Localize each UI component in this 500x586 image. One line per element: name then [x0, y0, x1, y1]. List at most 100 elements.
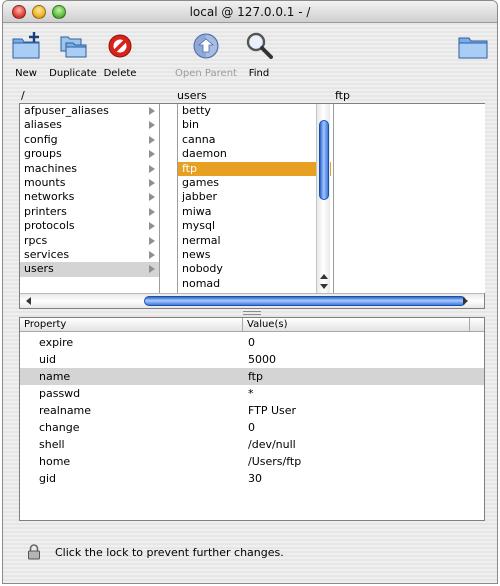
root-column-item-label: machines: [24, 161, 78, 175]
open-parent-icon: [193, 33, 219, 59]
property-row[interactable]: home/Users/ftp: [20, 453, 484, 470]
users-column-scrollbar[interactable]: [316, 104, 330, 293]
root-column-item-label: protocols: [24, 219, 75, 233]
users-column-item[interactable]: games: [178, 176, 331, 190]
users-column-item[interactable]: ftp: [178, 161, 331, 176]
lock-icon[interactable]: [27, 544, 41, 560]
delete-icon: [108, 34, 132, 58]
users-column-item-label: ftp: [182, 161, 197, 175]
property-row[interactable]: shell/dev/null: [20, 436, 484, 453]
root-column-item[interactable]: users: [20, 262, 159, 277]
column-users: betty bin canna daemon ftp games jabber miwa mys…: [177, 104, 331, 293]
users-column-item-label: news: [182, 247, 211, 261]
property-row[interactable]: change 0: [20, 419, 484, 436]
users-column-item[interactable]: daemon: [178, 147, 331, 161]
users-column-item[interactable]: nobody: [178, 262, 331, 276]
scroll-right-arrow-icon[interactable]: [463, 297, 468, 305]
users-column-item[interactable]: mysql: [178, 219, 331, 233]
root-column-item[interactable]: groups: [20, 147, 159, 161]
users-column-item[interactable]: miwa: [178, 205, 331, 219]
find-button[interactable]: Find: [243, 30, 275, 79]
users-column-item[interactable]: nermal: [178, 234, 331, 248]
property-key: realname: [39, 404, 92, 417]
property-row[interactable]: name ftp: [20, 368, 484, 385]
root-column-item-label: mounts: [24, 175, 66, 189]
column-browser: afpuser_aliases aliases config groups machin…: [19, 103, 485, 309]
duplicate-icon: [60, 36, 87, 58]
users-column-item-label: nomad: [182, 276, 221, 290]
property-row[interactable]: expire 0: [20, 334, 484, 351]
root-column-item[interactable]: networks: [20, 190, 159, 204]
users-column-item[interactable]: news: [178, 248, 331, 262]
toolbar: New Duplicate Delete Open Parent Find: [3, 24, 497, 84]
properties-table: Property Value(s) expire 0 uid 5000 name ftp p…: [19, 317, 485, 521]
users-column-item-label: miwa: [182, 204, 212, 218]
delete-button[interactable]: Delete: [103, 30, 137, 79]
disclosure-arrow-icon: [149, 222, 155, 231]
root-column-item[interactable]: protocols: [20, 219, 159, 233]
property-value[interactable]: 30: [248, 470, 262, 487]
users-column-item[interactable]: jabber: [178, 190, 331, 204]
property-value[interactable]: ftp: [248, 368, 263, 385]
root-column-item[interactable]: config: [20, 133, 159, 147]
column-ftp: [333, 104, 485, 293]
root-column-item[interactable]: printers: [20, 205, 159, 219]
disclosure-arrow-icon: [149, 250, 155, 259]
folder-button[interactable]: [457, 30, 489, 62]
value-column-header[interactable]: Value(s): [247, 318, 287, 332]
property-value[interactable]: 0: [248, 419, 255, 436]
disclosure-arrow-icon: [149, 107, 155, 115]
browser-horizontal-scrollbar[interactable]: [20, 293, 484, 308]
root-column-item[interactable]: machines: [20, 162, 159, 176]
users-column-item[interactable]: bin: [178, 118, 331, 132]
property-key: expire: [39, 336, 74, 349]
users-column-item[interactable]: betty: [178, 104, 331, 118]
property-column-header[interactable]: Property: [24, 318, 66, 332]
users-column-item[interactable]: canna: [178, 133, 331, 147]
property-value[interactable]: 5000: [248, 351, 276, 368]
root-column-item[interactable]: mounts: [20, 176, 159, 190]
column-header-ftp: ftp: [335, 89, 350, 102]
new-label: New: [15, 68, 37, 79]
root-column-item[interactable]: afpuser_aliases: [20, 104, 159, 118]
root-column-item[interactable]: services: [20, 248, 159, 262]
root-column-item-label: aliases: [24, 118, 62, 132]
properties-header: Property Value(s): [20, 318, 484, 332]
new-button[interactable]: New: [9, 30, 43, 79]
column-header-users: users: [177, 89, 207, 102]
root-column-item[interactable]: rpcs: [20, 234, 159, 248]
scroll-left-arrow-icon[interactable]: [26, 297, 31, 305]
property-row[interactable]: gid 30: [20, 470, 484, 487]
title-bar[interactable]: local @ 127.0.0.1 - /: [3, 1, 497, 23]
property-row[interactable]: realname FTP User: [20, 402, 484, 419]
users-column-item-label: mysql: [182, 219, 215, 233]
users-column-item-label: nermal: [182, 233, 221, 247]
users-column-item-label: games: [182, 175, 219, 189]
disclosure-arrow-icon: [149, 150, 155, 159]
disclosure-arrow-icon: [149, 164, 155, 173]
scroll-down-arrow-icon[interactable]: [320, 284, 328, 289]
root-column-item-label: users: [24, 262, 54, 276]
users-column-item-label: bin: [182, 118, 200, 132]
property-value[interactable]: /Users/ftp: [248, 453, 301, 470]
scroll-up-arrow-icon[interactable]: [320, 274, 328, 279]
property-key: home: [39, 455, 71, 468]
open-parent-label: Open Parent: [175, 68, 237, 79]
users-column-scroll-thumb[interactable]: [319, 120, 329, 200]
open-parent-button[interactable]: Open Parent: [174, 30, 238, 79]
property-value[interactable]: 0: [248, 334, 255, 351]
users-column-item[interactable]: nomad: [178, 277, 331, 291]
properties-rows: expire 0 uid 5000 name ftp passwd * realname FTP …: [20, 334, 484, 487]
property-value[interactable]: /dev/null: [248, 436, 296, 453]
property-row[interactable]: passwd *: [20, 385, 484, 402]
property-value[interactable]: FTP User: [248, 402, 296, 419]
root-column-item[interactable]: aliases: [20, 118, 159, 132]
users-column-item-label: nobody: [182, 262, 223, 276]
property-row[interactable]: uid 5000: [20, 351, 484, 368]
duplicate-button[interactable]: Duplicate: [48, 30, 98, 79]
folder-icon: [458, 37, 488, 59]
property-value[interactable]: *: [248, 385, 254, 402]
duplicate-label: Duplicate: [49, 68, 97, 79]
disclosure-arrow-icon: [149, 265, 155, 274]
horizontal-scroll-thumb[interactable]: [144, 296, 466, 306]
